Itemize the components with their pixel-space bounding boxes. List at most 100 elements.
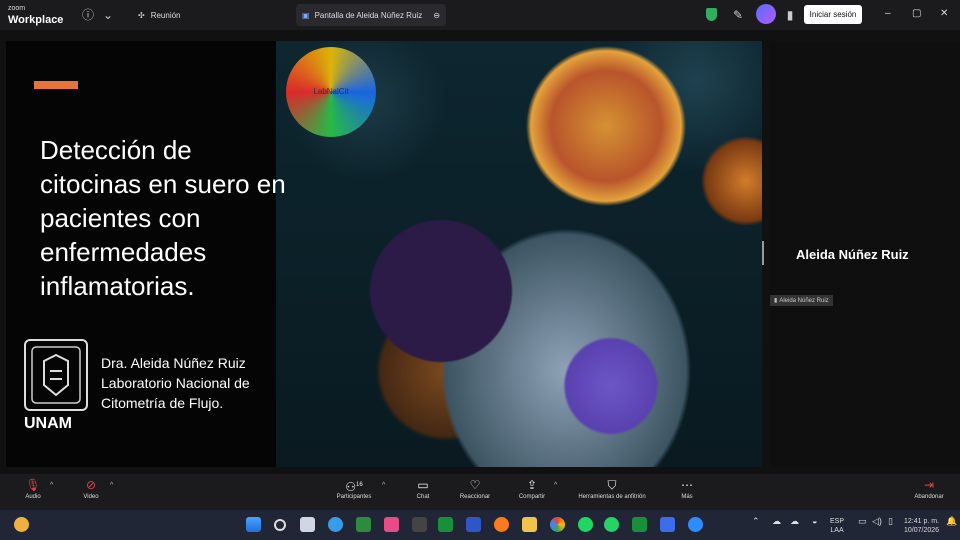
minimize-button[interactable]: – (885, 8, 891, 19)
folder-icon[interactable] (522, 517, 537, 532)
options-icon[interactable]: ⊖ (433, 11, 440, 20)
speaker-name: Aleida Núñez Ruiz (796, 247, 909, 262)
participants-count: 16 (356, 482, 363, 488)
whatsapp-icon[interactable] (604, 517, 619, 532)
zoom-titlebar: zoom Workplace ⓘ ⌄ ✣ Reunión ▣ Pantalla … (0, 0, 960, 30)
share-icon: ⇪ (526, 478, 538, 492)
tab-meeting[interactable]: ✣ Reunión (132, 4, 187, 26)
participants-caret[interactable]: ^ (382, 482, 385, 489)
spotify-icon[interactable] (578, 517, 593, 532)
chevron-down-icon[interactable]: ⌄ (100, 7, 116, 23)
video-button[interactable]: ⊘ Video (78, 478, 104, 500)
notifications-icon[interactable]: 🔔 (946, 517, 957, 526)
presenter-name: Dra. Aleida Núñez Ruiz (101, 355, 246, 371)
screen-share-icon: ▣ (302, 10, 310, 20)
sheets-icon[interactable] (632, 517, 647, 532)
app-icon-3[interactable] (660, 517, 675, 532)
weather-icon[interactable] (14, 517, 29, 532)
onedrive-icon-2[interactable]: ☁ (790, 517, 799, 526)
restore-button[interactable]: ▢ (912, 8, 921, 19)
react-button[interactable]: ♡ Reaccionar (455, 478, 495, 500)
more-button[interactable]: ⋯ Más (676, 478, 698, 500)
audio-label: Audio (25, 494, 41, 500)
start-button-icon[interactable] (246, 517, 261, 532)
audio-options-caret[interactable]: ^ (50, 482, 53, 489)
clock[interactable]: 12:41 p. m. 10/07/2026 (904, 517, 939, 535)
host-tools-button[interactable]: ⛉ Herramientas de anfitrión (566, 478, 658, 500)
slide-title: Detección de citocinas en suero en pacie… (40, 135, 286, 301)
leave-icon: ⇥ (923, 478, 935, 492)
meeting-controls: 🎙 Audio ^ ⊘ Video ^ ⚇16 Participantes ^ … (0, 474, 960, 510)
zoom-logo: zoom Workplace (8, 4, 63, 26)
speaker-panel[interactable]: Aleida Núñez Ruiz ▮ Aleida Núñez Ruiz (762, 41, 960, 467)
participants-label: Participantes (336, 494, 372, 500)
tab-screen-share[interactable]: ▣ Pantalla de Aleida Núñez Ruiz ⊖ (296, 4, 446, 26)
tab-meeting-label: Reunión (150, 10, 181, 20)
presenter-org-line1: Laboratorio Nacional de (101, 375, 250, 391)
share-button[interactable]: ⇪ Compartir (513, 478, 551, 500)
brand-top: zoom (8, 5, 26, 12)
windows-taskbar: ⌃ ☁ ☁ ◒ ESP LAA ▭ ◁) ▯ 12:41 p. m. 10/07… (0, 510, 960, 540)
onedrive-icon[interactable]: ☁ (772, 517, 781, 526)
notes-icon[interactable]: ▮ (782, 7, 798, 23)
heart-icon: ♡ (469, 478, 481, 492)
clock-time: 12:41 p. m. (904, 518, 940, 525)
chat-label: Chat (416, 494, 430, 500)
zoom-taskbar-icon[interactable] (688, 517, 703, 532)
participants-icon: ⚇16 (345, 480, 363, 494)
signal-icon: ▮ (774, 298, 778, 304)
more-label: Más (681, 494, 693, 500)
video-options-caret[interactable]: ^ (110, 482, 113, 489)
battery-icon[interactable]: ▯ (888, 517, 893, 526)
network-icon[interactable]: ◒ (812, 517, 817, 526)
signin-button[interactable]: Iniciar sesión (804, 5, 862, 24)
speaker-tag: ▮ Aleida Núñez Ruiz (770, 295, 833, 306)
meeting-icon: ✣ (138, 10, 145, 20)
tab-screen-share-label: Pantalla de Aleida Núñez Ruiz (314, 10, 423, 20)
edge-icon[interactable] (328, 517, 343, 532)
copilot-icon[interactable] (412, 517, 427, 532)
edit-icon[interactable]: ✎ (730, 7, 746, 23)
volume-icon[interactable]: ◁) (872, 517, 882, 526)
info-icon[interactable]: ⓘ (80, 7, 96, 23)
react-label: Reaccionar (459, 494, 491, 500)
chrome-icon[interactable] (550, 517, 565, 532)
mic-muted-icon: 🎙 (25, 478, 41, 492)
task-view-icon[interactable] (300, 517, 315, 532)
close-button[interactable]: ✕ (940, 8, 948, 19)
app-icon-2[interactable] (466, 517, 481, 532)
shared-slide: LabNalCit Detección de citocinas en suer… (6, 41, 762, 467)
video-label: Video (83, 494, 99, 500)
institution-label: UNAM (24, 415, 72, 432)
speaker-tag-label: Aleida Núñez Ruiz (779, 298, 829, 304)
host-tools-label: Herramientas de anfitrión (578, 494, 646, 500)
app-icon[interactable] (384, 517, 399, 532)
chat-button[interactable]: ▭ Chat (412, 478, 434, 500)
firefox-icon[interactable] (494, 517, 509, 532)
leave-button[interactable]: ⇥ Abandonar (908, 478, 950, 500)
audio-button[interactable]: 🎙 Audio (20, 478, 46, 500)
lang-line1: ESP (830, 518, 845, 525)
unam-seal-icon (24, 339, 88, 411)
security-shield-icon[interactable] (706, 8, 717, 21)
participants-button[interactable]: ⚇16 Participantes (330, 478, 378, 500)
ai-companion-icon[interactable] (756, 4, 776, 24)
presenter-org-line2: Citometría de Flujo. (101, 395, 224, 411)
excel-icon[interactable] (438, 517, 453, 532)
language-indicator[interactable]: ESP LAA (830, 517, 844, 535)
lab-logo-text: LabNalCit (313, 87, 349, 96)
tray-chevron-icon[interactable]: ⌃ (752, 517, 760, 526)
search-icon[interactable] (274, 519, 286, 531)
clock-date: 10/07/2026 (904, 527, 940, 534)
xbox-icon[interactable] (356, 517, 371, 532)
accent-bar (34, 81, 78, 89)
display-icon[interactable]: ▭ (858, 517, 867, 526)
chat-icon: ▭ (417, 478, 429, 492)
leave-label: Abandonar (914, 494, 944, 500)
share-label: Compartir (518, 494, 546, 500)
lab-logo: LabNalCit (286, 47, 376, 137)
share-caret[interactable]: ^ (554, 482, 557, 489)
video-off-icon: ⊘ (85, 478, 97, 492)
panel-resize-handle[interactable] (762, 241, 764, 265)
shield-icon: ⛉ (607, 478, 617, 492)
